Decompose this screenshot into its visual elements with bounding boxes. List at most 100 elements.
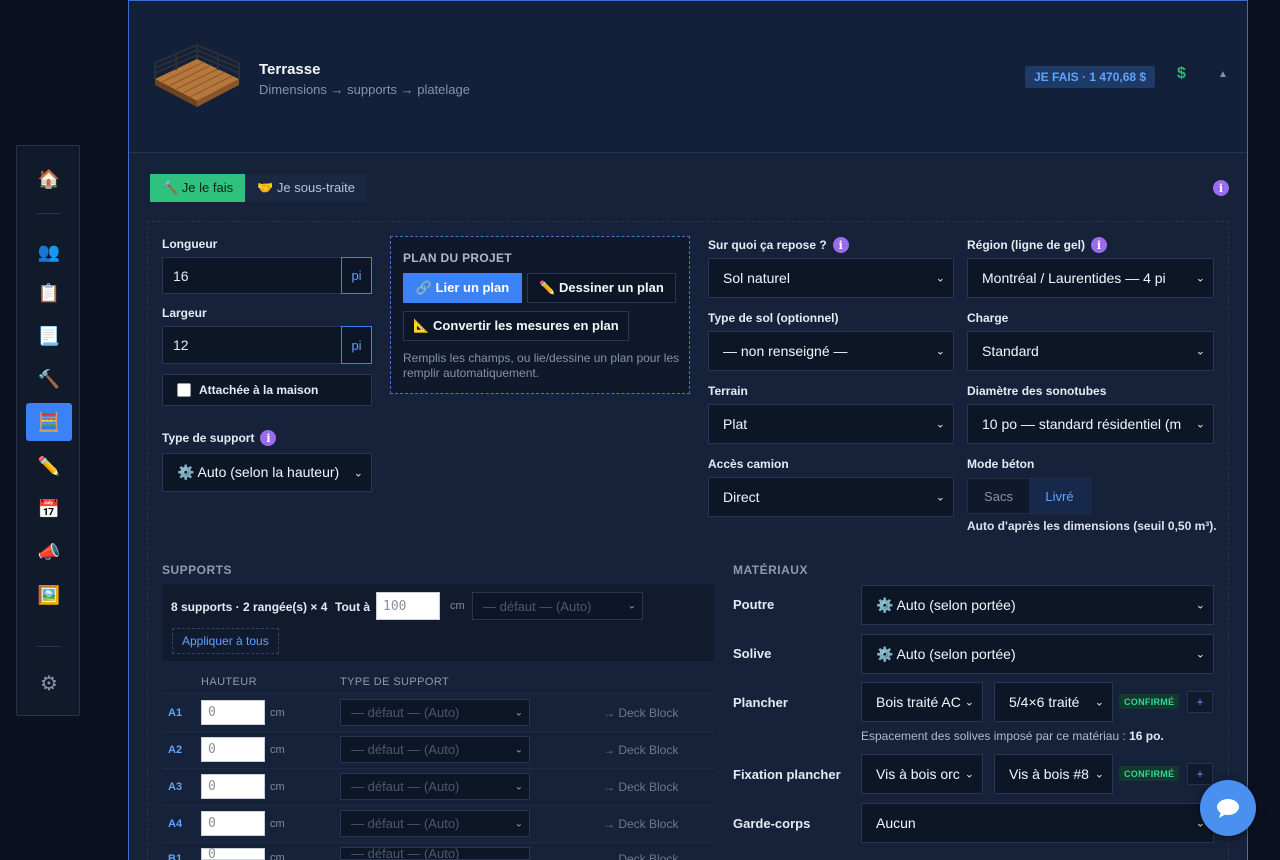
railing-label: Garde-corps — [733, 816, 811, 831]
tab-je-sous-traite[interactable]: 🤝 Je sous-traite — [245, 174, 367, 202]
width-input[interactable]: 12 — [162, 326, 342, 364]
length-input[interactable]: 16 — [162, 257, 342, 294]
terrain-select[interactable]: Plat ⌄ — [708, 404, 954, 444]
row-height-input[interactable]: 0 — [201, 847, 265, 860]
chevron-down-icon: ⌄ — [960, 695, 974, 709]
rests-on-label: Sur quoi ça repose ? i — [708, 237, 849, 253]
calculator-icon[interactable]: 🧮 — [26, 403, 72, 441]
settings-icon[interactable]: ⚙ — [26, 664, 72, 702]
row-height-input[interactable]: 0 — [201, 811, 265, 836]
truck-access-label: Accès camion — [708, 457, 789, 471]
collapse-caret-icon[interactable]: ▲ — [1218, 69, 1228, 80]
row-type-select[interactable]: — défaut — (Auto) ⌄ — [340, 773, 530, 800]
truck-access-select[interactable]: Direct ⌄ — [708, 477, 954, 517]
row-unit: cm — [270, 781, 285, 793]
support-type-label: Type de support i — [162, 430, 277, 446]
row-id: A1 — [168, 707, 183, 719]
length-label: Longueur — [162, 237, 218, 251]
width-label: Largeur — [162, 306, 207, 320]
all-type-select[interactable]: — défaut — (Auto) ⌄ — [472, 592, 643, 620]
soil-type-select[interactable]: — non renseigné — ⌄ — [708, 331, 954, 371]
panel-header[interactable]: Terrasse Dimensions → supports → platela… — [129, 1, 1247, 153]
home-icon[interactable]: 🏠 — [26, 160, 72, 198]
soil-type-label: Type de sol (optionnel) — [708, 311, 839, 325]
row-type-select[interactable]: — défaut — (Auto) ⌄ — [340, 810, 530, 837]
concrete-mode-toggle: Sacs Livré — [967, 478, 1091, 514]
load-label: Charge — [967, 311, 1009, 325]
tab-je-le-fais[interactable]: 🔨 Je le fais — [150, 174, 246, 202]
concrete-sacs-option[interactable]: Sacs — [968, 479, 1029, 513]
users-icon[interactable]: 👥 — [26, 233, 72, 271]
chevron-down-icon: ⌄ — [514, 818, 523, 829]
apply-all-button[interactable]: Appliquer à tous — [172, 628, 279, 654]
row-unit: cm — [270, 707, 285, 719]
joist-label: Solive — [733, 646, 772, 661]
chevron-down-icon: ⌄ — [931, 271, 945, 285]
row-height-input[interactable]: 0 — [201, 700, 265, 725]
diameter-select[interactable]: 10 po — standard résidentiel (m ⌄ — [967, 404, 1214, 444]
chevron-down-icon: ⌄ — [1090, 767, 1104, 781]
concrete-livre-option[interactable]: Livré — [1029, 479, 1090, 513]
length-unit[interactable]: pi — [341, 257, 372, 294]
chevron-down-icon: ⌄ — [514, 707, 523, 718]
link-plan-button[interactable]: 🔗 Lier un plan — [403, 273, 522, 303]
row-type-select[interactable]: — défaut — (Auto) ⌄ — [340, 736, 530, 763]
row-result: → Deck Block — [603, 706, 679, 720]
railing-select[interactable]: Aucun ⌄ — [861, 803, 1214, 843]
image-icon[interactable]: 🖼️ — [26, 576, 72, 614]
attached-checkbox-row[interactable]: Attachée à la maison — [162, 374, 372, 406]
fastening-size-select[interactable]: Vis à bois #8 ⌄ — [994, 754, 1113, 794]
document-icon[interactable]: 📃 — [26, 317, 72, 355]
all-at-unit: cm — [450, 600, 465, 612]
support-type-select[interactable]: ⚙️ Auto (selon la hauteur) ⌄ — [162, 453, 372, 492]
beam-select[interactable]: ⚙️ Auto (selon portée) ⌄ — [861, 585, 1214, 625]
width-unit[interactable]: pi — [341, 326, 372, 364]
joist-select[interactable]: ⚙️ Auto (selon portée) ⌄ — [861, 634, 1214, 674]
info-icon[interactable]: i — [260, 430, 277, 446]
clipboard-icon[interactable]: 📋 — [26, 274, 72, 312]
convert-measures-button[interactable]: 📐 Convertir les mesures en plan — [403, 311, 629, 341]
page-subtitle: Dimensions → supports → platelage — [259, 82, 470, 97]
plan-help-text: Remplis les champs, ou lie/dessine un pl… — [403, 351, 680, 380]
chevron-down-icon: ⌄ — [514, 744, 523, 755]
info-icon[interactable]: i — [1213, 180, 1229, 196]
supports-summary: 8 supports · 2 rangée(s) × 4 — [171, 600, 328, 614]
chat-bubble-button[interactable] — [1200, 780, 1256, 836]
page-title: Terrasse — [259, 61, 321, 78]
row-unit: cm — [270, 818, 285, 830]
pencil-icon[interactable]: ✏️ — [26, 447, 72, 485]
attached-label: Attachée à la maison — [199, 383, 319, 397]
floor-add-button[interactable]: + — [1187, 691, 1213, 713]
floor-dimension-select[interactable]: 5/4×6 traité ⌄ — [994, 682, 1113, 722]
floor-material-select[interactable]: Bois traité AC ⌄ — [861, 682, 983, 722]
calendar-icon[interactable]: 📅 — [26, 490, 72, 528]
row-id: A2 — [168, 744, 183, 756]
load-select[interactable]: Standard ⌄ — [967, 331, 1214, 371]
row-id: A3 — [168, 781, 183, 793]
row-unit: cm — [270, 744, 285, 756]
region-select[interactable]: Montréal / Laurentides — 4 pi ⌄ — [967, 258, 1214, 298]
row-height-input[interactable]: 0 — [201, 737, 265, 762]
fastening-type-select[interactable]: Vis à bois orc ⌄ — [861, 754, 983, 794]
chevron-down-icon: ⌄ — [1191, 598, 1205, 612]
chevron-down-icon: ⌄ — [1191, 344, 1205, 358]
row-result: → Deck Block — [603, 780, 679, 794]
row-type-select[interactable]: — défaut — (Auto) — [340, 847, 530, 860]
draw-plan-button[interactable]: ✏️ Dessiner un plan — [527, 273, 676, 303]
row-id: A4 — [168, 818, 183, 830]
row-unit: cm — [270, 852, 285, 860]
all-at-input[interactable]: 100 — [376, 592, 440, 620]
attached-checkbox[interactable] — [177, 383, 191, 397]
dollar-icon[interactable]: $ — [1177, 65, 1186, 83]
fastening-add-button[interactable]: + — [1187, 763, 1213, 785]
row-height-input[interactable]: 0 — [201, 774, 265, 799]
hammer-icon[interactable]: 🔨 — [26, 360, 72, 398]
chevron-down-icon: ⌄ — [931, 417, 945, 431]
joist-spacing-note: Espacement des solives imposé par ce mat… — [861, 729, 1164, 743]
info-icon[interactable]: i — [832, 237, 849, 253]
chevron-down-icon: ⌄ — [1191, 271, 1205, 285]
row-type-select[interactable]: — défaut — (Auto) ⌄ — [340, 699, 530, 726]
info-icon[interactable]: i — [1091, 237, 1108, 253]
rests-on-select[interactable]: Sol naturel ⌄ — [708, 258, 954, 298]
megaphone-icon[interactable]: 📣 — [26, 533, 72, 571]
